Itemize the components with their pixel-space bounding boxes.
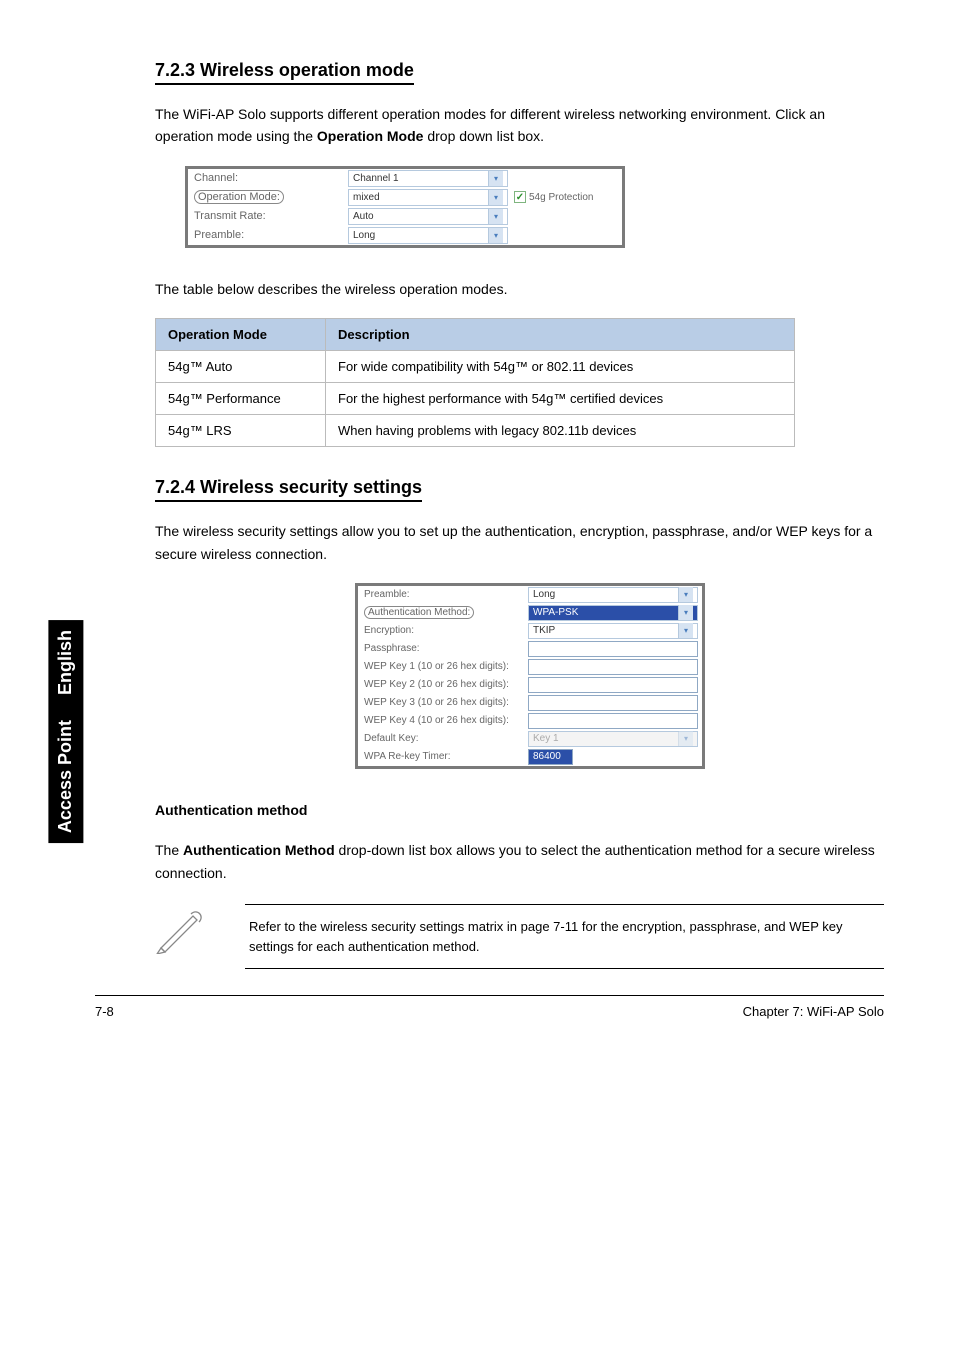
th-desc: Description xyxy=(326,319,795,351)
rekey-field[interactable]: 86400 xyxy=(528,749,573,765)
table-row: 54g™ Performance For the highest perform… xyxy=(156,383,795,415)
opmode-select[interactable]: mixed ▾ xyxy=(348,189,508,206)
section-heading-security: 7.2.4 Wireless security settings xyxy=(155,477,422,502)
security-figure: Preamble: Long ▾ Authentication Method: … xyxy=(355,583,705,769)
protection-label: 54g Protection xyxy=(529,192,594,203)
wep4-field[interactable] xyxy=(528,713,698,729)
opmode-bold: Operation Mode xyxy=(317,128,424,144)
opmode-table: Operation Mode Description 54g™ Auto For… xyxy=(155,318,795,447)
opmode-table-caption: The table below describes the wireless o… xyxy=(155,278,884,300)
table-row: 54g™ Auto For wide compatibility with 54… xyxy=(156,351,795,383)
preamble-select[interactable]: Long ▾ xyxy=(348,227,508,244)
fig2-rekey-label: WPA Re-key Timer: xyxy=(358,751,528,762)
chevron-down-icon: ▾ xyxy=(488,190,503,205)
tx-label: Transmit Rate: xyxy=(188,210,348,222)
note-block: Refer to the wireless security settings … xyxy=(155,904,884,969)
fig2-auth-select[interactable]: WPA-PSK ▾ xyxy=(528,605,698,621)
fig2-auth-label: Authentication Method: xyxy=(364,606,474,619)
auth-para: The Authentication Method drop-down list… xyxy=(155,839,884,884)
fig2-wep2-label: WEP Key 2 (10 or 26 hex digits): xyxy=(358,679,528,690)
wep2-field[interactable] xyxy=(528,677,698,693)
chevron-down-icon: ▾ xyxy=(678,731,693,746)
footer-chapter: Chapter 7: WiFi-AP Solo xyxy=(743,1004,884,1019)
protection-checkbox[interactable]: ✓ xyxy=(514,191,526,203)
chevron-down-icon: ▾ xyxy=(678,587,693,602)
th-opmode: Operation Mode xyxy=(156,319,326,351)
security-intro: The wireless security settings allow you… xyxy=(155,520,884,565)
chevron-down-icon: ▾ xyxy=(678,605,693,620)
auth-heading: Authentication method xyxy=(155,799,884,821)
preamble-label: Preamble: xyxy=(188,229,348,241)
fig2-enc-select[interactable]: TKIP ▾ xyxy=(528,623,698,639)
fig2-wep1-label: WEP Key 1 (10 or 26 hex digits): xyxy=(358,661,528,672)
chevron-down-icon: ▾ xyxy=(488,228,503,243)
wep1-field[interactable] xyxy=(528,659,698,675)
fig2-wep4-label: WEP Key 4 (10 or 26 hex digits): xyxy=(358,715,528,726)
wep3-field[interactable] xyxy=(528,695,698,711)
note-text: Refer to the wireless security settings … xyxy=(245,905,884,968)
chevron-down-icon: ▾ xyxy=(678,623,693,638)
opmode-figure: Channel: Channel 1 ▾ Operation Mode: mix… xyxy=(185,166,625,248)
side-tab-label: Access Point xyxy=(55,720,75,833)
fig2-wep3-label: WEP Key 3 (10 or 26 hex digits): xyxy=(358,697,528,708)
table-row: 54g™ LRS When having problems with legac… xyxy=(156,415,795,447)
pencil-icon xyxy=(155,910,205,954)
fig2-pass-label: Passphrase: xyxy=(358,643,528,654)
fig2-defkey-select[interactable]: Key 1 ▾ xyxy=(528,731,698,747)
opmode-label: Operation Mode: xyxy=(194,190,284,204)
fig2-enc-label: Encryption: xyxy=(358,625,528,636)
chevron-down-icon: ▾ xyxy=(488,171,503,186)
fig2-preamble-label: Preamble: xyxy=(358,589,528,600)
section-heading-opmode: 7.2.3 Wireless operation mode xyxy=(155,60,414,85)
footer-page: 7-8 xyxy=(95,1004,114,1019)
fig2-defkey-label: Default Key: xyxy=(358,733,528,744)
channel-label: Channel: xyxy=(188,172,348,184)
fig2-preamble-select[interactable]: Long ▾ xyxy=(528,587,698,603)
auth-bold: Authentication Method xyxy=(183,842,335,858)
opmode-intro: The WiFi-AP Solo supports different oper… xyxy=(155,103,884,148)
side-tab-lang: English xyxy=(55,630,75,695)
tx-select[interactable]: Auto ▾ xyxy=(348,208,508,225)
passphrase-field[interactable] xyxy=(528,641,698,657)
chevron-down-icon: ▾ xyxy=(488,209,503,224)
channel-select[interactable]: Channel 1 ▾ xyxy=(348,170,508,187)
